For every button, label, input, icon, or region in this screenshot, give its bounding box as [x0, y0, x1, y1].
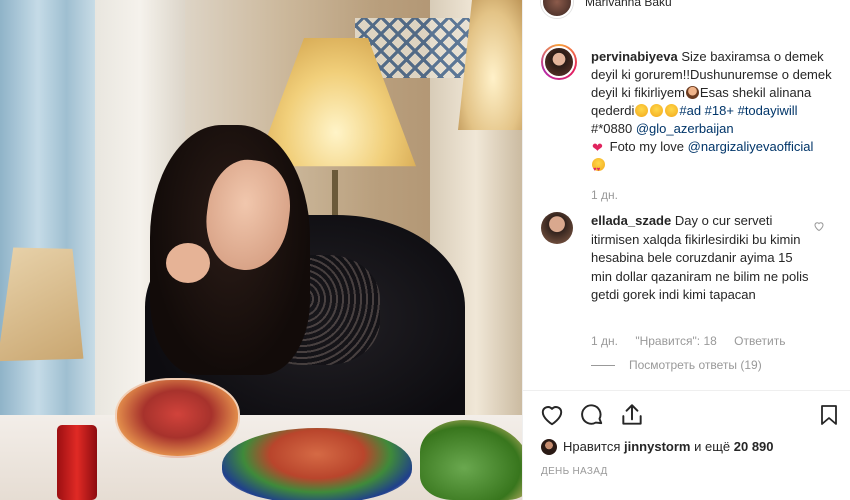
bookmark-icon[interactable] — [817, 402, 841, 428]
posted-ago: ДЕНЬ НАЗАД — [541, 466, 608, 477]
comment-like-heart-icon[interactable] — [813, 220, 825, 232]
post-caption: pervinabiyeva Size baxiramsa o demek dey… — [591, 48, 841, 179]
likes-and-more: и ещё — [694, 439, 731, 454]
comment: ellada_szade Day o cur serveti itirmisen… — [591, 212, 816, 305]
mention-glo[interactable]: @glo_azerbaijan — [636, 121, 734, 136]
salad-glass-bowl — [115, 378, 240, 458]
author-avatar[interactable] — [541, 44, 577, 80]
mention-nargiz[interactable]: @nargizaliyevaofficial — [688, 139, 814, 154]
foto-text: Foto my love — [609, 139, 685, 154]
blue-curtain — [0, 0, 95, 460]
caption-username[interactable]: pervinabiyeva — [591, 49, 678, 64]
hashtag-0880: #*0880 — [591, 121, 633, 136]
laughing-emoji-icon — [635, 104, 649, 117]
header-avatar[interactable] — [541, 0, 573, 18]
comment-time[interactable]: 1 дн. — [591, 334, 618, 348]
heart-outline-icon[interactable] — [539, 402, 565, 428]
girl-emoji-icon — [685, 86, 699, 99]
reply-button[interactable]: Ответить — [734, 334, 785, 348]
likes-summary[interactable]: Нравится jinnystorm и ещё 20 890 — [541, 439, 774, 455]
post-photo[interactable] — [0, 0, 522, 500]
liker-avatar — [541, 439, 557, 455]
red-heart-emoji-icon — [592, 139, 605, 157]
hashtag-ad[interactable]: #ad #18+ — [679, 103, 734, 118]
location-link[interactable]: Marivanna Baku — [585, 0, 672, 8]
replies-line — [591, 365, 615, 367]
share-icon[interactable] — [619, 402, 645, 428]
heart-eyes-emoji-icon — [592, 158, 605, 179]
view-replies-label: Посмотреть ответы (19) — [629, 358, 762, 372]
blue-salad-bowl — [222, 428, 412, 500]
action-bar — [537, 402, 847, 432]
hashtag-todayiwill[interactable]: #todayiwill — [738, 103, 798, 118]
post-side-panel: Marivanna Baku pervinabiyeva Size baxira… — [522, 0, 850, 500]
greens-plate — [420, 420, 522, 500]
liker-username[interactable]: jinnystorm — [624, 439, 690, 454]
comment-likes[interactable]: "Нравится": 18 — [635, 334, 717, 348]
red-can — [57, 425, 97, 500]
likes-count[interactable]: 20 890 — [734, 439, 774, 454]
commenter-avatar[interactable] — [541, 212, 573, 244]
view-replies-button[interactable]: Посмотреть ответы (19) — [591, 358, 762, 372]
comment-meta: 1 дн. "Нравится": 18 Ответить — [591, 334, 799, 348]
woman-hand — [166, 243, 210, 283]
laughing-emoji-icon — [650, 104, 664, 117]
comment-username[interactable]: ellada_szade — [591, 213, 671, 228]
divider — [523, 390, 850, 391]
likes-prefix: Нравится — [563, 439, 621, 454]
post-time[interactable]: 1 дн. — [591, 188, 618, 202]
laughing-emoji-icon — [665, 104, 679, 117]
comment-bubble-icon[interactable] — [579, 402, 605, 428]
